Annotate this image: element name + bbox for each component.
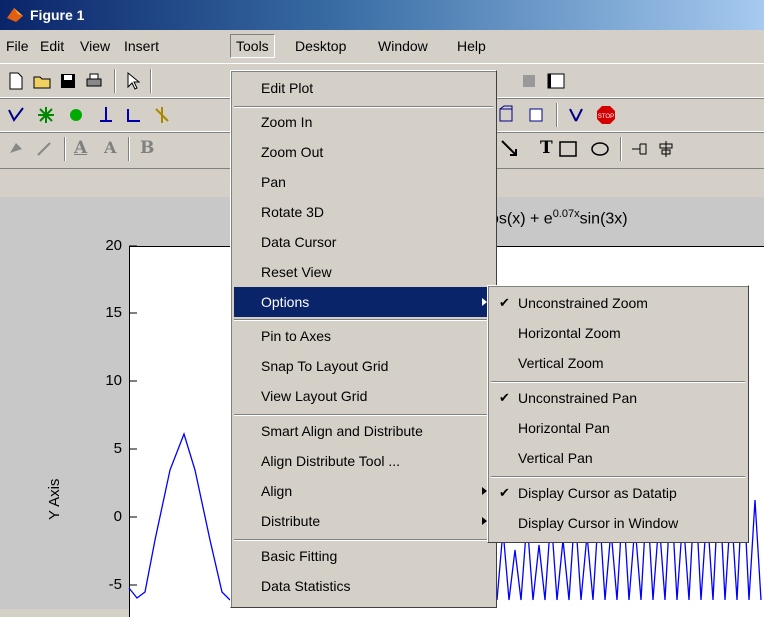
menu-item-label: Horizontal Zoom bbox=[518, 325, 621, 341]
y-tick-label: 15 bbox=[105, 304, 122, 321]
menu-item-display-cursor-window[interactable]: Display Cursor in Window bbox=[491, 508, 745, 538]
menu-item-vertical-pan[interactable]: Vertical Pan bbox=[491, 443, 745, 473]
menu-item-label: Horizontal Pan bbox=[518, 420, 610, 436]
checkmark-icon: ✔ bbox=[499, 485, 510, 500]
y-tick-label: 0 bbox=[113, 508, 122, 525]
menu-item-distribute-label: Distribute bbox=[261, 513, 321, 529]
menu-item-distribute[interactable]: Distribute bbox=[234, 506, 493, 536]
menu-item-options-label: Options bbox=[261, 294, 310, 310]
menu-item-align[interactable]: Align bbox=[234, 476, 493, 506]
menu-item-basic-fitting[interactable]: Basic Fitting bbox=[234, 541, 493, 571]
y-tick-label: -5 bbox=[108, 576, 122, 593]
y-tick-label: 20 bbox=[105, 237, 122, 254]
tools-menu: Edit Plot Zoom In Zoom Out Pan Rotate 3D… bbox=[230, 70, 497, 608]
menu-item-label: Unconstrained Pan bbox=[518, 390, 638, 406]
menu-item-unconstrained-zoom[interactable]: ✔ Unconstrained Zoom bbox=[491, 288, 745, 318]
menu-item-align-label: Align bbox=[261, 483, 293, 499]
menu-item-horizontal-pan[interactable]: Horizontal Pan bbox=[491, 413, 745, 443]
menu-item-view-layout-grid[interactable]: View Layout Grid bbox=[234, 381, 493, 411]
y-axis-label: Y Axis bbox=[46, 478, 63, 520]
menu-item-edit-plot[interactable]: Edit Plot bbox=[234, 73, 493, 103]
menu-item-zoom-in[interactable]: Zoom In bbox=[234, 107, 493, 137]
menu-item-unconstrained-pan[interactable]: ✔ Unconstrained Pan bbox=[491, 383, 745, 413]
menu-item-rotate-3d[interactable]: Rotate 3D bbox=[234, 197, 493, 227]
menu-item-horizontal-zoom[interactable]: Horizontal Zoom bbox=[491, 318, 745, 348]
menu-item-align-distribute-tool[interactable]: Align Distribute Tool ... bbox=[234, 446, 493, 476]
menu-item-label: Display Cursor as Datatip bbox=[518, 485, 677, 501]
menu-item-label: Vertical Pan bbox=[518, 450, 593, 466]
menu-item-snap-to-layout-grid[interactable]: Snap To Layout Grid bbox=[234, 351, 493, 381]
menu-item-label: Vertical Zoom bbox=[518, 355, 604, 371]
menu-item-data-cursor[interactable]: Data Cursor bbox=[234, 227, 493, 257]
checkmark-icon: ✔ bbox=[499, 295, 510, 310]
menu-item-label: Display Cursor in Window bbox=[518, 515, 679, 531]
menu-item-pan[interactable]: Pan bbox=[234, 167, 493, 197]
menu-item-options[interactable]: Options bbox=[234, 287, 493, 317]
menu-item-display-cursor-datatip[interactable]: ✔ Display Cursor as Datatip bbox=[491, 478, 745, 508]
y-tick-label: 10 bbox=[105, 372, 122, 389]
menu-item-reset-view[interactable]: Reset View bbox=[234, 257, 493, 287]
y-tick-label: 5 bbox=[113, 440, 122, 457]
checkmark-icon: ✔ bbox=[499, 390, 510, 405]
menu-item-pin-to-axes[interactable]: Pin to Axes bbox=[234, 321, 493, 351]
menu-item-smart-align[interactable]: Smart Align and Distribute bbox=[234, 416, 493, 446]
options-submenu: ✔ Unconstrained Zoom Horizontal Zoom Ver… bbox=[487, 285, 749, 543]
menu-item-data-statistics[interactable]: Data Statistics bbox=[234, 571, 493, 601]
menu-item-label: Unconstrained Zoom bbox=[518, 295, 648, 311]
menu-item-zoom-out[interactable]: Zoom Out bbox=[234, 137, 493, 167]
menu-item-vertical-zoom[interactable]: Vertical Zoom bbox=[491, 348, 745, 378]
